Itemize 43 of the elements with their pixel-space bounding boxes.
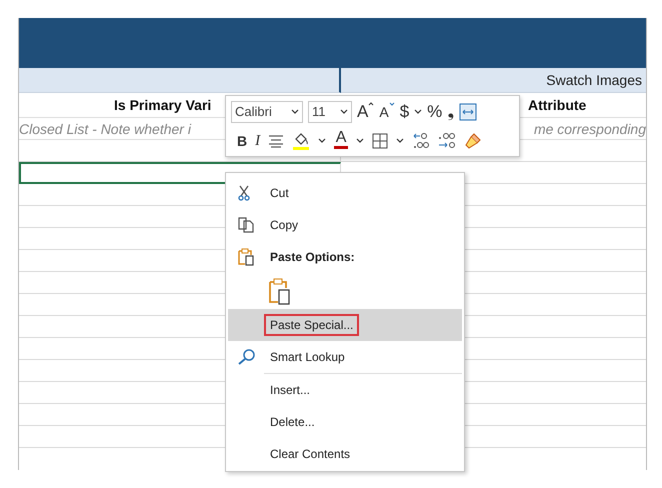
- grow-font-button[interactable]: A: [357, 100, 374, 122]
- font-color-button[interactable]: A: [334, 130, 348, 152]
- menu-item[interactable]: Cut: [228, 177, 462, 209]
- paste-option-icon[interactable]: [268, 277, 290, 305]
- menu-section-header: Paste Options:: [228, 241, 462, 273]
- menu-item[interactable]: Smart Lookup: [228, 341, 462, 373]
- caret-icon[interactable]: [318, 138, 326, 144]
- scissors-icon: [238, 185, 250, 201]
- caret-icon: [291, 108, 299, 114]
- caret-icon[interactable]: [414, 108, 422, 114]
- caret-icon: [340, 108, 348, 114]
- column-header: Attribute: [528, 97, 586, 113]
- bold-button[interactable]: B: [237, 130, 248, 152]
- shrink-font-button[interactable]: A: [379, 100, 395, 122]
- caret-icon[interactable]: [356, 138, 364, 144]
- clipboard-icon: [238, 248, 254, 266]
- decimal-arrow-icon[interactable]: [412, 132, 430, 150]
- column-description: Closed List - Note whether i: [19, 120, 191, 136]
- paintbrush-icon[interactable]: [464, 132, 482, 150]
- font-dropdown[interactable]: Calibri: [231, 100, 303, 122]
- format-button[interactable]: $: [400, 100, 410, 122]
- column-group-label: Swatch Images: [341, 68, 646, 93]
- caret-icon: [388, 100, 395, 106]
- decimal-arrow-icon[interactable]: [438, 132, 456, 150]
- borders-icon[interactable]: [372, 132, 388, 148]
- caret-icon[interactable]: [396, 138, 404, 144]
- copy-icon: [238, 217, 255, 233]
- font-size-dropdown[interactable]: 11: [308, 100, 352, 122]
- menu-item[interactable]: Clear Contents: [228, 438, 462, 470]
- italic-button[interactable]: I: [255, 130, 260, 152]
- menu-item[interactable]: Paste Special...: [228, 309, 462, 341]
- merge-center-icon[interactable]: [459, 102, 478, 120]
- fill-color-icon[interactable]: [292, 130, 310, 150]
- format-button[interactable]: %: [427, 100, 442, 122]
- column-header: Is Primary Vari: [114, 97, 212, 113]
- column-description: me corresponding: [534, 120, 646, 136]
- format-button[interactable]: ❟: [447, 100, 454, 122]
- caret-icon: [368, 100, 374, 106]
- menu-item[interactable]: Delete...: [228, 406, 462, 438]
- align-center-icon[interactable]: [268, 134, 284, 148]
- search-icon: [238, 349, 256, 365]
- menu-item[interactable]: Insert...: [228, 374, 462, 406]
- menu-item[interactable]: Copy: [228, 209, 462, 241]
